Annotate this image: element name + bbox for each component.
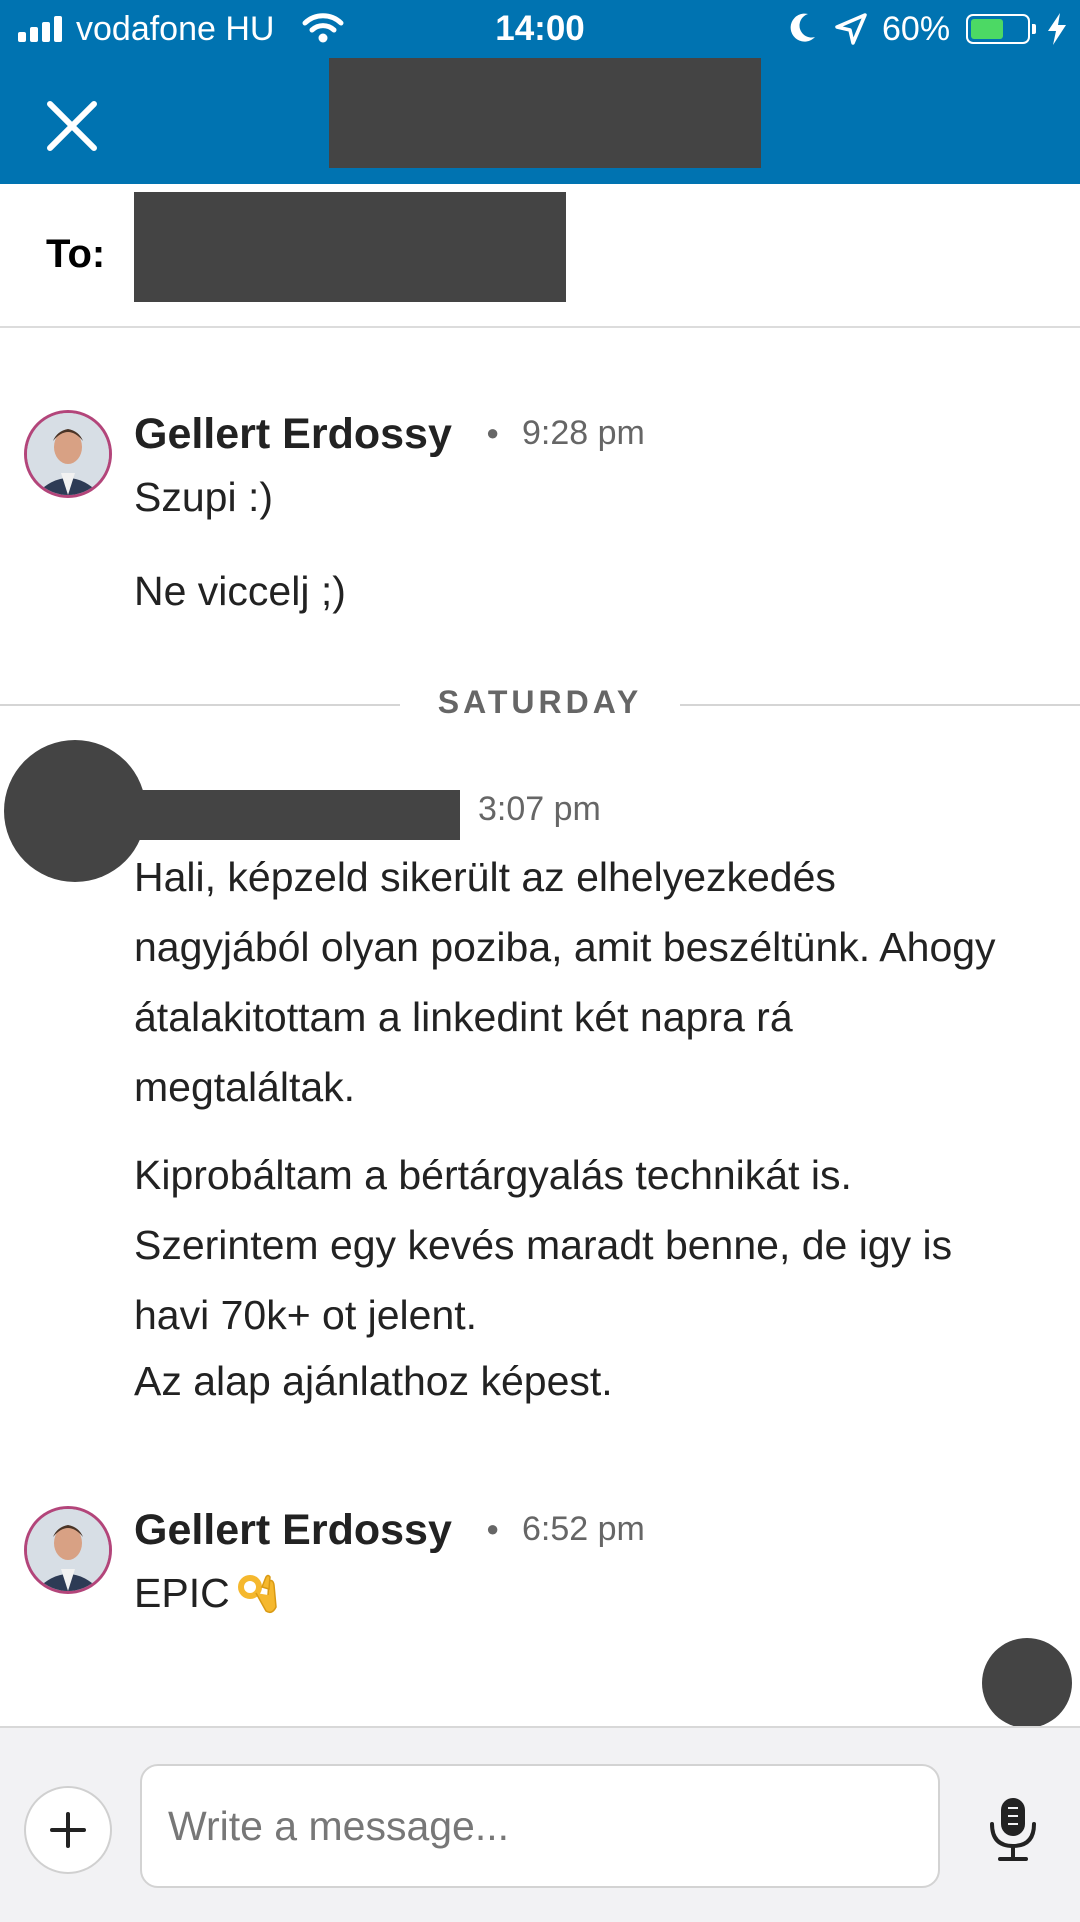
status-bar: vodafone HU 14:00 60% [0,0,1080,60]
message-text: EPIC [134,1558,1014,1628]
top-bar: vodafone HU 14:00 60% [0,0,1080,184]
message-thread[interactable]: Gellert Erdossy ● 9:28 pm Szupi :) Ne vi… [0,326,1080,1726]
recipient-row: To: [0,184,1080,328]
day-divider: SATURDAY [0,684,1080,724]
charging-bolt-icon [1048,13,1066,45]
add-attachment-button[interactable] [24,1786,112,1874]
sender-name[interactable]: Gellert Erdossy [134,410,452,459]
sender-name[interactable]: Gellert Erdossy [134,1506,452,1555]
person-photo-icon [27,1509,109,1591]
microphone-icon[interactable] [980,1794,1046,1864]
redacted-floating-avatar[interactable] [982,1638,1072,1728]
ok-hand-emoji-icon [237,1574,277,1614]
message-text: Kiprobáltam a bértárgyalás technikát is.… [134,1140,1014,1350]
message-paragraph: Hali, képzeld sikerült az elhelyezkedés … [134,854,996,1110]
redacted-sender-name [134,790,460,840]
day-divider-label: SATURDAY [437,684,643,720]
message-text: Ne viccelj ;) [134,568,346,614]
battery-icon [966,14,1036,44]
battery-percentage: 60% [882,10,951,48]
separator-dot: ● [486,420,500,445]
redacted-recipient-name[interactable] [134,192,566,302]
message-time: 3:07 pm [478,790,601,828]
separator-dot: ● [486,1516,500,1541]
location-arrow-icon [835,13,867,45]
message-text: Szupi :) [134,474,273,520]
redacted-avatar[interactable] [4,740,146,882]
message-paragraph: Az alap ajánlathoz képest. [134,1358,613,1404]
to-label: To: [46,232,106,276]
message-paragraph: Kiprobáltam a bértárgyalás technikát is.… [134,1152,953,1338]
person-photo-icon [27,413,109,495]
sender-avatar[interactable] [24,410,112,498]
message-text: Hali, képzeld sikerült az elhelyezkedés … [134,842,1014,1122]
message-time: 9:28 pm [522,414,645,452]
message-text-epic: EPIC [134,1570,230,1616]
close-icon[interactable] [40,94,104,158]
message-paragraph: EPIC [134,1558,1014,1628]
message-time: 6:52 pm [522,1510,645,1548]
sender-avatar[interactable] [24,1506,112,1594]
message-text: Az alap ajánlathoz képest. [134,1346,1014,1416]
message-text: Szupi :) [134,462,1014,532]
plus-icon [50,1812,86,1848]
moon-icon [790,13,815,42]
redacted-conversation-title [329,58,761,168]
message-text: Ne viccelj ;) [134,556,1014,626]
message-input[interactable] [140,1764,940,1888]
compose-bar [0,1726,1080,1922]
